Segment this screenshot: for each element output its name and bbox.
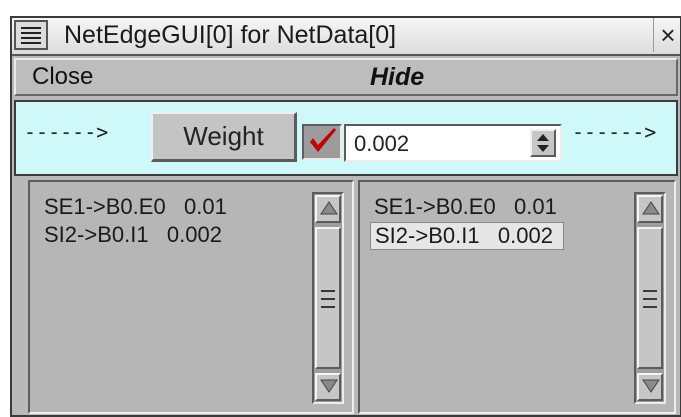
scroll-up-icon[interactable] bbox=[637, 195, 663, 223]
left-list-scrollbar[interactable] bbox=[312, 192, 344, 404]
hide-menu-button[interactable]: Hide bbox=[370, 63, 424, 92]
close-menu-button[interactable]: Close bbox=[32, 63, 93, 91]
right-arrow-label: ------> bbox=[572, 120, 657, 144]
right-list-scrollbar[interactable] bbox=[634, 192, 666, 404]
scroll-down-icon[interactable] bbox=[637, 373, 663, 401]
menu-bar: Close Hide bbox=[14, 58, 678, 96]
window-title: NetEdgeGUI[0] for NetData[0] bbox=[64, 21, 397, 49]
list-item[interactable]: SE1->B0.E0 0.01 bbox=[374, 194, 557, 220]
list-item[interactable]: SE1->B0.E0 0.01 bbox=[44, 194, 227, 220]
scroll-down-icon[interactable] bbox=[315, 373, 341, 401]
weight-value-text: 0.002 bbox=[354, 131, 410, 156]
weight-control-row: ------> Weight 0.002 ------> bbox=[14, 100, 678, 176]
scroll-up-icon[interactable] bbox=[315, 195, 341, 223]
weight-value-field[interactable]: 0.002 bbox=[344, 124, 562, 162]
left-arrow-label: ------> bbox=[24, 120, 109, 144]
window-menu-icon[interactable] bbox=[14, 20, 48, 50]
weight-button[interactable]: Weight bbox=[151, 112, 297, 162]
net-edge-window: NetEdgeGUI[0] for NetData[0] × Close Hid… bbox=[10, 16, 681, 417]
up-down-spinner-icon[interactable] bbox=[530, 129, 556, 157]
list-item[interactable]: SI2->B0.I1 0.002 bbox=[44, 222, 222, 248]
right-edge-list[interactable]: SE1->B0.E0 0.01 SI2->B0.I1 0.002 bbox=[358, 180, 676, 414]
close-window-icon[interactable]: × bbox=[653, 18, 681, 52]
left-edge-list[interactable]: SE1->B0.E0 0.01 SI2->B0.I1 0.002 bbox=[28, 180, 354, 414]
checkmark-icon bbox=[310, 128, 336, 152]
right-list-scroll-thumb[interactable] bbox=[637, 227, 663, 369]
list-item-selected[interactable]: SI2->B0.I1 0.002 bbox=[370, 222, 564, 250]
title-bar[interactable]: NetEdgeGUI[0] for NetData[0] × bbox=[12, 18, 680, 56]
weight-checkbox[interactable] bbox=[302, 124, 342, 160]
left-list-scroll-thumb[interactable] bbox=[315, 227, 341, 369]
